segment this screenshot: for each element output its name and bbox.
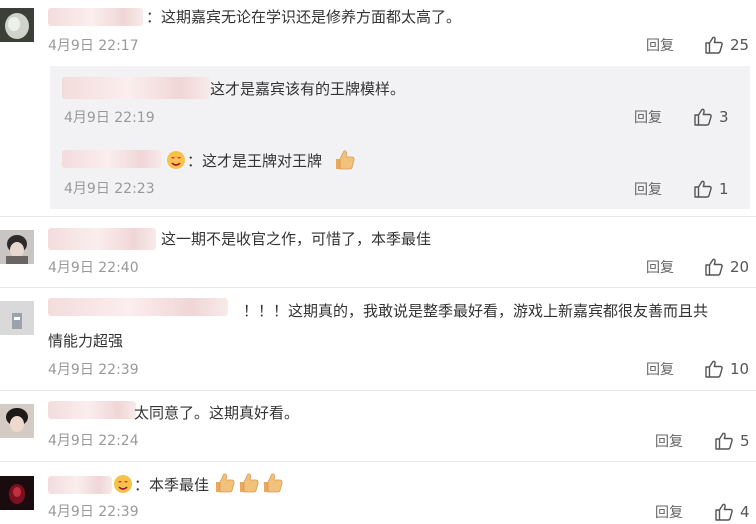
comment-time: 4月9日 22:17 xyxy=(48,38,139,54)
username-blurred[interactable] xyxy=(48,8,143,26)
reply-button[interactable]: 回复 xyxy=(655,433,683,451)
reply-button[interactable]: 回复 xyxy=(655,504,683,522)
comment-text: ：这期嘉宾无论在学识还是修养方面都太高了。 xyxy=(146,8,462,26)
avatar[interactable] xyxy=(0,404,34,438)
thumbs-up-emoji-icon xyxy=(261,471,285,499)
like-button[interactable]: 1 xyxy=(693,179,729,199)
divider xyxy=(0,461,756,462)
avatar[interactable] xyxy=(0,301,34,335)
username-blurred[interactable] xyxy=(48,476,112,494)
reply-button[interactable]: 回复 xyxy=(634,181,662,199)
heart-eyes-emoji-icon xyxy=(165,150,187,174)
thumbs-up-icon xyxy=(704,257,730,277)
username-blurred[interactable] xyxy=(48,401,136,419)
thumbs-up-icon xyxy=(704,359,730,379)
like-button[interactable]: 25 xyxy=(704,35,749,55)
comment-text: 太同意了。这期真好看。 xyxy=(134,404,300,422)
comment-time: 4月9日 22:40 xyxy=(48,260,139,276)
username-blurred[interactable] xyxy=(48,298,228,316)
like-button[interactable]: 20 xyxy=(704,257,749,277)
thumbs-up-icon xyxy=(693,179,719,199)
comment-time: 4月9日 22:39 xyxy=(48,504,139,520)
like-count: 4 xyxy=(740,503,750,521)
comment-time: 4月9日 22:24 xyxy=(48,433,139,449)
reply-button[interactable]: 回复 xyxy=(634,109,662,127)
like-count: 10 xyxy=(730,360,750,378)
thumbs-up-icon xyxy=(714,502,740,522)
reply-text: ：这才是王牌对王牌 xyxy=(187,152,323,170)
divider xyxy=(0,287,756,288)
comment-text: ：本季最佳 xyxy=(134,476,210,494)
like-count: 1 xyxy=(719,180,729,198)
thumbs-up-emoji-icon xyxy=(237,471,261,499)
like-button[interactable]: 10 xyxy=(704,359,749,379)
like-button[interactable]: 3 xyxy=(693,107,729,127)
reply-username-blurred[interactable] xyxy=(62,77,210,99)
reply-username-blurred[interactable] xyxy=(62,150,162,168)
reply-text: 这才是嘉宾该有的王牌模样。 xyxy=(210,80,406,98)
like-count: 5 xyxy=(740,432,750,450)
heart-eyes-emoji-icon xyxy=(112,474,134,498)
thumbs-up-icon xyxy=(704,35,730,55)
comment-text-line1: ！！！这期真的，我敢说是整季最好看，游戏上新嘉宾都很友善而且共 xyxy=(243,302,709,320)
like-button[interactable]: 5 xyxy=(714,431,750,451)
reply-time: 4月9日 22:19 xyxy=(64,110,155,126)
like-count: 3 xyxy=(719,108,729,126)
avatar[interactable] xyxy=(0,476,34,510)
reply-button[interactable]: 回复 xyxy=(646,259,674,277)
like-count: 25 xyxy=(730,36,750,54)
avatar[interactable] xyxy=(0,230,34,264)
like-count: 20 xyxy=(730,258,750,276)
like-button[interactable]: 4 xyxy=(714,502,750,522)
comment-text-line2: 情能力超强 xyxy=(48,332,124,350)
thumbs-up-icon xyxy=(693,107,719,127)
divider xyxy=(0,216,756,217)
thumbs-up-emoji-icon xyxy=(213,471,237,499)
avatar[interactable] xyxy=(0,8,34,42)
comment-time: 4月9日 22:39 xyxy=(48,362,139,378)
reply-button[interactable]: 回复 xyxy=(646,361,674,379)
username-blurred[interactable] xyxy=(48,228,156,250)
thumbs-up-icon xyxy=(714,431,740,451)
thumbs-up-emoji-icon xyxy=(333,148,357,176)
comment-text: 这一期不是收官之作，可惜了，本季最佳 xyxy=(161,230,432,248)
reply-time: 4月9日 22:23 xyxy=(64,181,155,197)
divider xyxy=(0,390,756,391)
reply-button[interactable]: 回复 xyxy=(646,37,674,55)
